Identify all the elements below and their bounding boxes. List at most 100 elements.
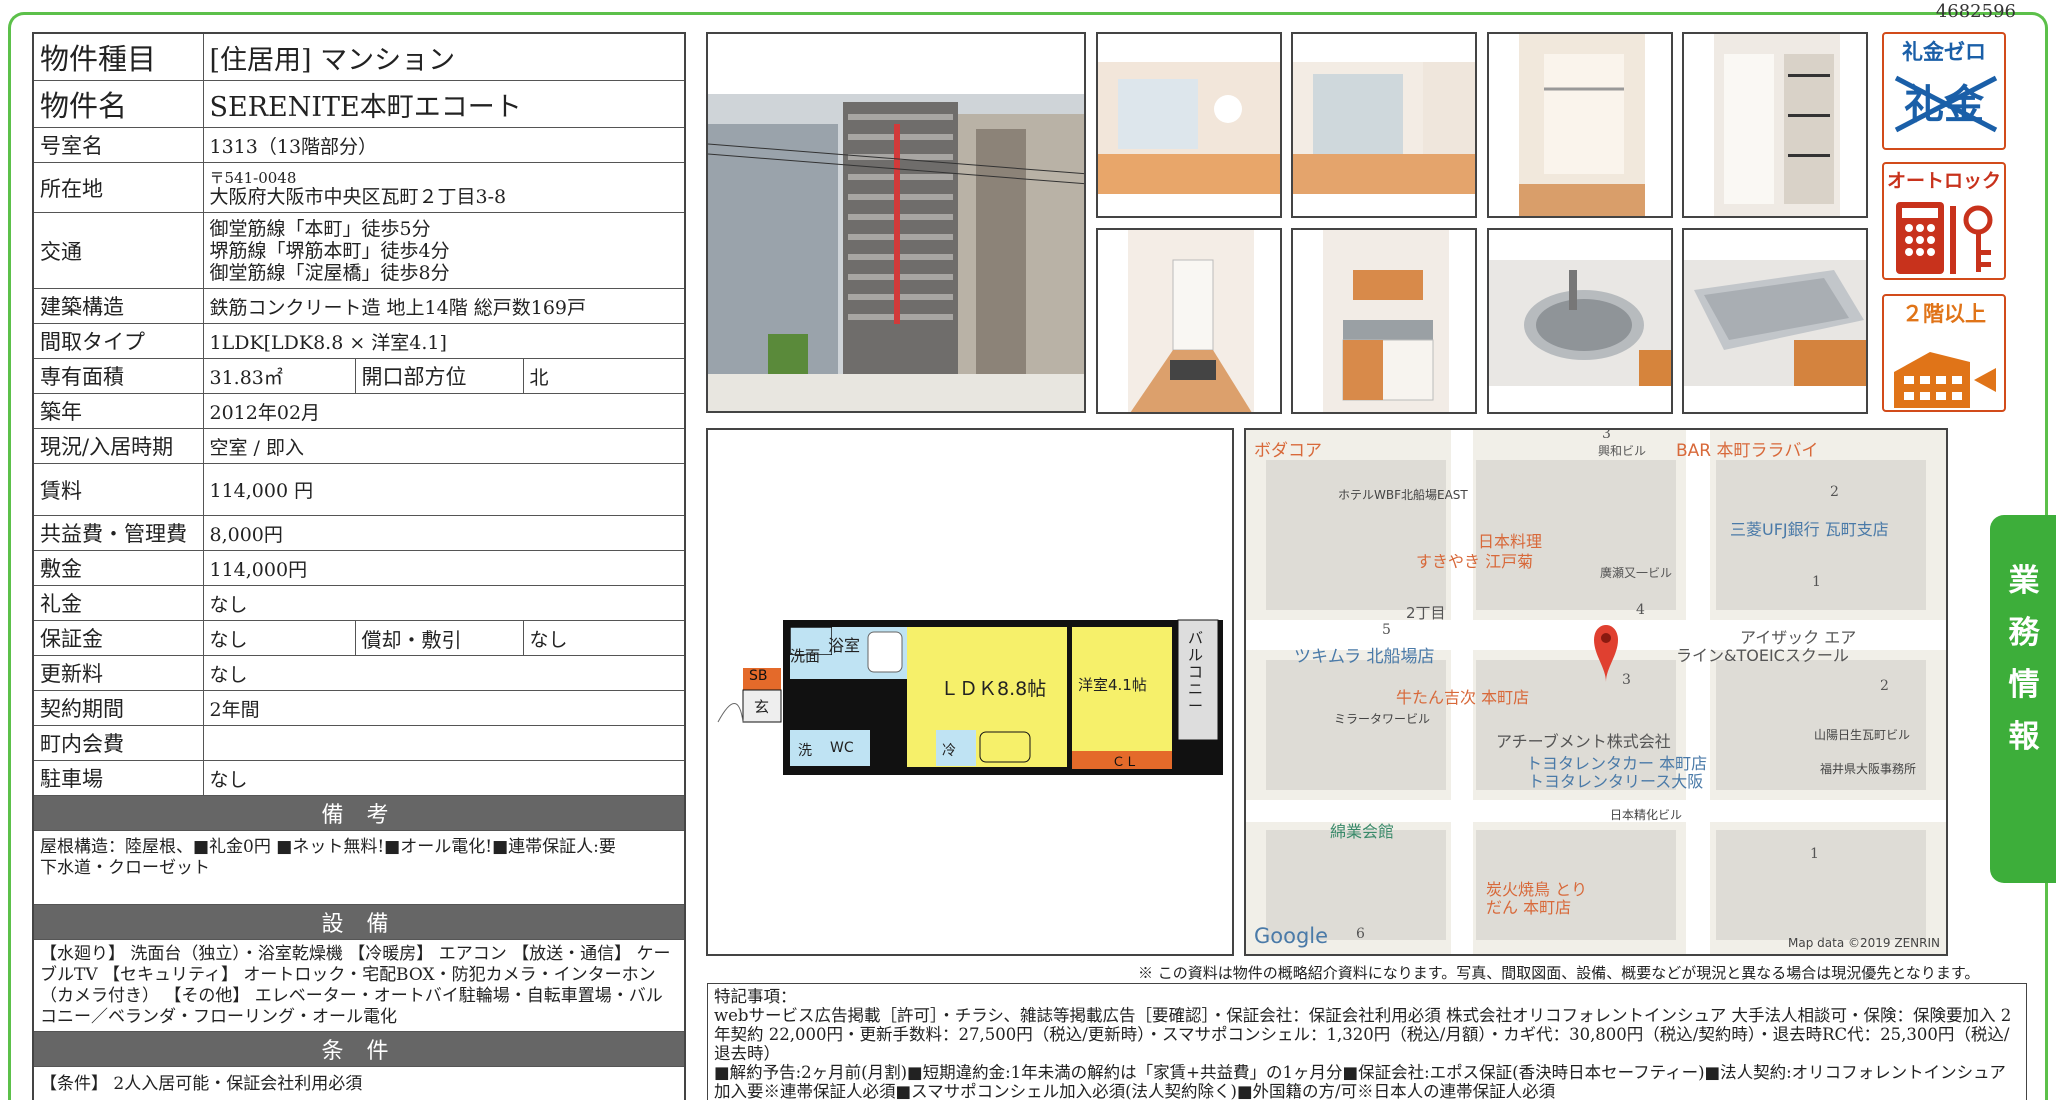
conditions-header: 条 件 — [32, 1031, 686, 1067]
map-number-3: 1 — [1812, 574, 1821, 590]
fp-sb: SB — [749, 668, 768, 684]
map-copyright: Map data ©2019 ZENRIN — [1788, 936, 1940, 950]
side-tab-char-2: 務 — [2008, 615, 2040, 651]
map-label-hirose: 廣瀬又一ビル — [1600, 566, 1673, 580]
notes-line-1: webサービス広告掲載［許可］・チラシ、雑誌等掲載広告［要確認］・保証会社：保証… — [714, 1006, 2012, 1063]
map-label-sanyo: 山陽日生瓦町ビル — [1814, 728, 1911, 742]
status-label: 現況/入居時期 — [32, 428, 204, 464]
map-number-8: 1 — [1810, 846, 1819, 862]
map-streets — [1246, 430, 1946, 954]
map-number-6: 3 — [1622, 672, 1631, 688]
transit-line-1: 御堂筋線「本町」徒歩5分 — [209, 217, 431, 240]
fp-laundry: 洗 — [798, 743, 812, 759]
property-spec-table: 物件種目 [住居用] マンション 物件名 SERENITE本町エコート 号室名 … — [32, 32, 686, 1100]
fp-ldk: ＬＤＫ8.8帖 — [940, 678, 1047, 700]
map-number-5: 4 — [1636, 602, 1645, 618]
room-label: 号室名 — [32, 127, 204, 163]
building-exterior-image — [708, 34, 1084, 411]
sink-image — [1489, 230, 1671, 412]
map-label-2chome: 2丁目 — [1406, 604, 1446, 622]
name-value: SERENITE本町エコート — [202, 80, 686, 128]
disclaimer-text: ※ この資料は物件の概略紹介資料になります。写真、間取図面、設備、概要などが現況… — [1138, 964, 1980, 982]
second-floor-badge: ２階以上 — [1882, 294, 2006, 412]
renewal-label: 更新料 — [32, 655, 204, 691]
map-label-mengyo: 綿業会館 — [1330, 822, 1395, 841]
document-id: 4682596 — [1935, 1, 2016, 22]
room-value: 1313（13階部分） — [202, 127, 686, 163]
conditions-text: 【条件】 2人入居可能・保証会社利用必須 — [32, 1066, 686, 1100]
amort-value: なし — [522, 620, 686, 656]
status-value: 空室 / 即入 — [202, 428, 686, 464]
map-label-sukiyaki: すきやき 江戸菊 — [1416, 552, 1534, 571]
amort-label: 償却・敷引 — [354, 620, 524, 656]
type-label: 物件種目 — [32, 32, 204, 81]
side-tab-char-3: 情 — [2008, 667, 2040, 703]
interior-photo-7 — [1487, 228, 1673, 414]
closet-image — [1489, 34, 1671, 216]
google-logo: Google — [1254, 924, 1329, 948]
cooktop-image — [1684, 230, 1866, 412]
fp-bath: 浴室 — [828, 636, 861, 655]
map-number-7: 2 — [1880, 678, 1889, 694]
direction-value: 北 — [522, 358, 686, 394]
map-label-bank: 三菱UFJ銀行 瓦町支店 — [1730, 520, 1889, 539]
parking-label: 駐車場 — [32, 760, 204, 796]
special-notes-box: 特記事項： webサービス広告掲載［許可］・チラシ、雑誌等掲載広告［要確認］・保… — [707, 983, 2027, 1100]
map-label-bodacore: ボダコア — [1254, 441, 1322, 461]
built-value: 2012年02月 — [202, 393, 686, 429]
term-value: 2年間 — [202, 690, 686, 726]
layout-value: 1LDK[LDK8.8 × 洋室4.1] — [202, 323, 686, 359]
room-window-image — [1098, 34, 1280, 216]
keymoney-label: 礼金 — [32, 585, 204, 621]
room-balcony-image — [1293, 34, 1475, 216]
no-keymoney-title: 礼金ゼロ — [1902, 40, 1986, 64]
keypad-lock-icon — [1896, 202, 1993, 274]
floor-plan: 浴室 洗面 SB 玄 ＬＤＫ8.8帖 洋室4.1帖 バルコニー ＣＬ 洗 WC … — [706, 428, 1234, 956]
rent-value: 114,000 円 — [202, 463, 686, 516]
fp-balcony: バルコニー — [1188, 629, 1204, 715]
cross-mark-icon — [1894, 75, 1998, 133]
area-value: 31.83㎡ — [202, 358, 356, 394]
map-label-kowa: 興和ビル — [1598, 444, 1647, 458]
fp-fridge: 冷 — [942, 743, 956, 759]
map-number-9: 6 — [1356, 926, 1365, 942]
second-floor-title: ２階以上 — [1902, 302, 1986, 326]
notes-line-2: ■解約予告:2ヶ月前(月割)■短期違約金:1年未満の解約は「家賃+共益費」の1ヶ… — [714, 1063, 2006, 1100]
structure-value: 鉄筋コンクリート造 地上14階 総戸数169戸 — [202, 288, 686, 324]
fp-western: 洋室4.1帖 — [1078, 676, 1147, 694]
map-label-mirror: ミラータワービル — [1334, 712, 1431, 726]
map-label-dan: だん 本町店 — [1486, 898, 1572, 917]
map-label-toeic: ライン&TOEICスクール — [1676, 646, 1849, 665]
map-label-bar: BAR 本町ララバイ — [1676, 441, 1819, 461]
transit-line-2: 堺筋線「堺筋本町」徒歩4分 — [209, 239, 450, 262]
remarks-header: 備 考 — [32, 795, 686, 831]
remarks-text: 屋根構造：陸屋根、■礼金0円 ■ネット無料!■オール電化!■連帯保証人:要 — [40, 837, 616, 857]
interior-photo-3 — [1487, 32, 1673, 218]
fee-value: 8,000円 — [202, 515, 686, 551]
transit-line-3: 御堂筋線「淀屋橋」徒歩8分 — [209, 261, 450, 284]
map-number-2: 2 — [1830, 484, 1839, 500]
community-value — [202, 725, 686, 761]
fp-wc: WC — [830, 740, 854, 756]
business-info-tab[interactable]: 業 務 情 報 — [1990, 515, 2056, 883]
keymoney-value: なし — [202, 585, 686, 621]
map-label-gyutan: 牛たん吉次 本町店 — [1396, 688, 1530, 707]
equipment-header: 設 備 — [32, 904, 686, 940]
deposit-label: 敷金 — [32, 550, 204, 586]
address-label: 所在地 — [32, 162, 204, 213]
building-arrow-icon — [1894, 352, 1996, 408]
autolock-title: オートロック — [1886, 170, 2001, 192]
area-label: 専有面積 — [32, 358, 204, 394]
type-value: [住居用] マンション — [202, 32, 686, 81]
address-value: 大阪府大阪市中央区瓦町２丁目3-8 — [209, 185, 507, 208]
map-number-1: 3 — [1602, 428, 1611, 442]
map-label-nihonseika: 日本精化ビル — [1610, 808, 1683, 822]
address-zip: 〒541-0048 — [209, 168, 297, 187]
shoe-cabinet-image — [1684, 34, 1866, 216]
fee-label: 共益費・管理費 — [32, 515, 204, 551]
deposit-value: 114,000円 — [202, 550, 686, 586]
interior-photo-1 — [1096, 32, 1282, 218]
location-map[interactable]: ボダコア 興和ビル BAR 本町ララバイ ホテルWBF北船場EAST 日本料理 … — [1244, 428, 1948, 956]
parking-value: なし — [202, 760, 686, 796]
map-label-fukui: 福井県大阪事務所 — [1820, 762, 1917, 776]
